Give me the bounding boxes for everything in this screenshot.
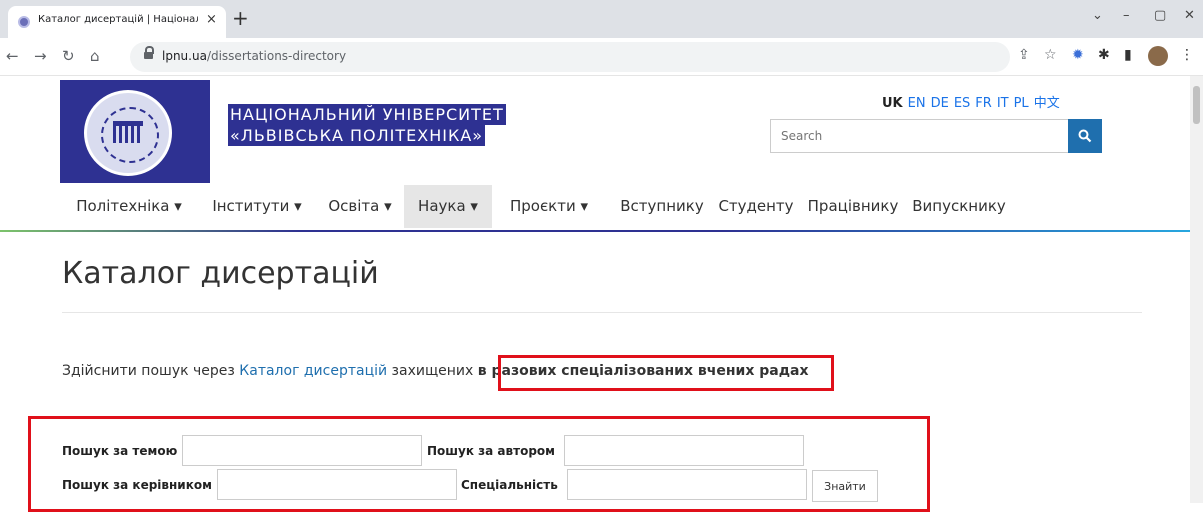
forward-icon[interactable]: → <box>34 47 47 65</box>
bookmark-star-icon[interactable]: ☆ <box>1044 47 1057 63</box>
browser-tab-bar: Каталог дисертацій | Національ × + ⌄ – ▢… <box>0 0 1203 38</box>
university-logo[interactable] <box>60 80 210 183</box>
language-switcher: UK EN DE ES FR IT PL 中文 <box>882 92 1065 111</box>
site-search-button[interactable] <box>1068 119 1102 153</box>
reload-icon[interactable]: ↻ <box>62 47 75 65</box>
nav-item-vstupnyku[interactable]: Вступнику <box>612 185 712 228</box>
topic-search-input[interactable] <box>182 435 422 466</box>
share-icon[interactable]: ⇪ <box>1018 47 1030 63</box>
page-title: Каталог дисертацій <box>62 256 379 291</box>
nav-item-politekhnika[interactable]: Політехніка ▾ <box>60 185 198 228</box>
site-favicon-icon <box>18 16 30 28</box>
author-search-input[interactable] <box>564 435 804 466</box>
building-icon <box>113 121 143 143</box>
extensions-puzzle-icon[interactable]: ✱ <box>1098 47 1110 63</box>
nav-item-nauka[interactable]: Наука ▾ <box>404 185 492 228</box>
new-tab-icon[interactable]: + <box>232 6 249 30</box>
specialty-input[interactable] <box>567 469 807 500</box>
lang-it[interactable]: IT <box>997 96 1009 111</box>
nav-item-vypusknyku[interactable]: Випускнику <box>906 185 1012 228</box>
university-name[interactable]: НАЦІОНАЛЬНИЙ УНІВЕРСИТЕТ «ЛЬВІВСЬКА ПОЛІ… <box>228 104 506 146</box>
dissertations-catalog-link[interactable]: Каталог дисертацій <box>239 363 387 379</box>
author-search-label: Пошук за автором <box>427 444 555 458</box>
university-name-line1: НАЦІОНАЛЬНИЙ УНІВЕРСИТЕТ <box>228 104 506 125</box>
browser-menu-icon[interactable]: ⋮ <box>1180 47 1194 63</box>
close-window-icon[interactable]: ✕ <box>1184 8 1195 23</box>
nav-item-studentu[interactable]: Студенту <box>712 185 800 228</box>
lang-de[interactable]: DE <box>931 96 949 111</box>
highlight-box <box>498 355 834 391</box>
find-button[interactable]: Знайти <box>812 470 878 502</box>
intro-prefix: Здійснити пошук через <box>62 363 240 379</box>
site-search-input[interactable] <box>770 119 1068 153</box>
nav-item-proekty[interactable]: Проєкти ▾ <box>492 185 606 228</box>
back-icon[interactable]: ← <box>6 47 19 65</box>
title-divider <box>62 312 1142 313</box>
scrollbar-thumb[interactable] <box>1193 86 1200 124</box>
minimize-icon[interactable]: – <box>1123 8 1130 23</box>
nav-divider <box>0 230 1203 232</box>
tab-search-dropdown-icon[interactable]: ⌄ <box>1092 8 1103 23</box>
home-icon[interactable]: ⌂ <box>90 47 100 65</box>
main-navigation: Політехніка ▾ Інститути ▾ Освіта ▾ Наука… <box>60 185 1142 228</box>
restore-icon[interactable]: ▢ <box>1154 8 1166 23</box>
url-text[interactable]: lpnu.ua/dissertations-directory <box>162 49 346 63</box>
intro-middle: захищених <box>387 363 478 379</box>
page-scrollbar[interactable] <box>1190 76 1203 503</box>
extension-icon[interactable]: ✹ <box>1072 47 1084 63</box>
address-bar[interactable]: lpnu.ua/dissertations-directory <box>130 42 1010 72</box>
browser-toolbar: ← → ↻ ⌂ lpnu.ua/dissertations-directory … <box>0 38 1203 76</box>
sidebar-icon[interactable]: ▮ <box>1124 47 1132 63</box>
profile-avatar[interactable] <box>1148 46 1168 66</box>
specialty-label: Спеціальність <box>461 478 558 492</box>
url-host: lpnu.ua <box>162 49 207 63</box>
university-seal-icon <box>84 90 172 176</box>
nav-item-instytuty[interactable]: Інститути ▾ <box>198 185 316 228</box>
topic-search-label: Пошук за темою <box>62 444 178 458</box>
browser-tab[interactable]: Каталог дисертацій | Національ × <box>8 6 226 38</box>
supervisor-search-label: Пошук за керівником <box>62 478 212 492</box>
lang-es[interactable]: ES <box>954 96 970 111</box>
lang-zh[interactable]: 中文 <box>1034 96 1060 111</box>
url-path: /dissertations-directory <box>206 49 347 63</box>
nav-item-pratsivnyku[interactable]: Працівнику <box>800 185 906 228</box>
nav-item-osvita[interactable]: Освіта ▾ <box>316 185 404 228</box>
lang-fr[interactable]: FR <box>975 96 992 111</box>
lang-en[interactable]: EN <box>908 96 926 111</box>
lock-icon[interactable] <box>144 46 154 61</box>
tab-close-icon[interactable]: × <box>206 12 217 27</box>
supervisor-search-input[interactable] <box>217 469 457 500</box>
lang-uk[interactable]: UK <box>882 96 903 111</box>
tab-title: Каталог дисертацій | Національ <box>38 14 198 25</box>
search-icon <box>1078 129 1092 143</box>
university-name-line2: «ЛЬВІВСЬКА ПОЛІТЕХНІКА» <box>228 125 486 146</box>
lang-pl[interactable]: PL <box>1014 96 1029 111</box>
